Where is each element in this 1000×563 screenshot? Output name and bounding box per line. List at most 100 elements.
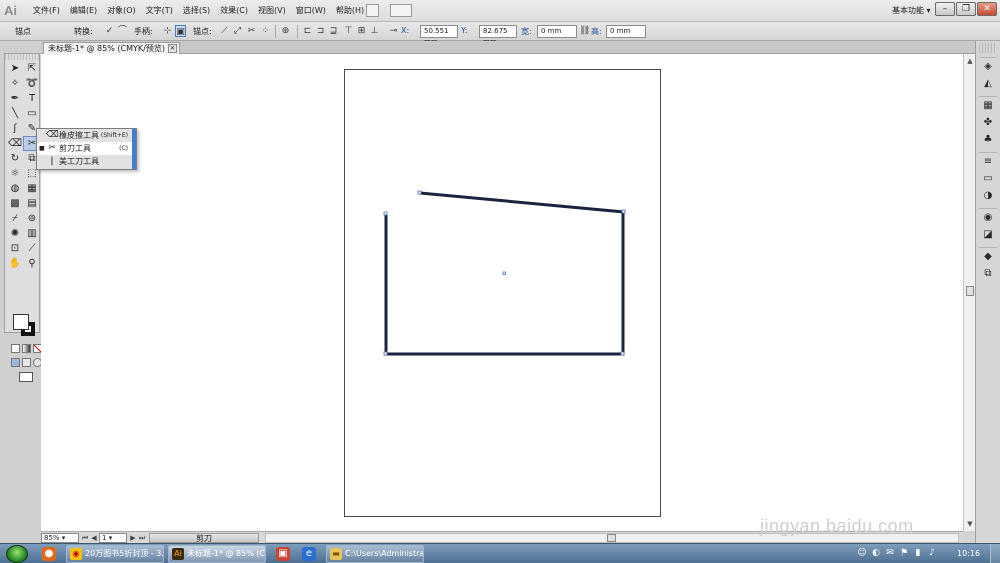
gradient-panel-icon[interactable]: ▭ (981, 172, 995, 185)
hand-tool-icon[interactable]: ✋ (7, 257, 23, 270)
lasso-tool-icon[interactable]: ➰ (24, 77, 40, 90)
ie-icon[interactable]: e (302, 547, 316, 561)
panel-grip[interactable] (979, 43, 997, 53)
selection-tool-icon[interactable]: ➤ (7, 62, 23, 75)
type-tool-icon[interactable]: T (24, 92, 40, 105)
stroke-panel-icon[interactable]: ≡ (981, 155, 995, 168)
wechat-icon[interactable]: ✉ (884, 547, 896, 559)
appearance-panel-icon[interactable]: ◉ (981, 211, 995, 224)
path-open-box[interactable] (384, 212, 625, 356)
align-middle-icon[interactable]: ⊞ (356, 25, 367, 37)
constrain-proportions-icon[interactable]: ⛓ (579, 25, 590, 37)
color-panel-icon[interactable]: ◈ (981, 60, 995, 73)
paintbrush-tool-icon[interactable]: ʃ (7, 122, 23, 135)
bridge-icon[interactable] (366, 4, 379, 17)
shape-builder-tool-icon[interactable]: ◍ (7, 182, 23, 195)
align-top-icon[interactable]: ⊤ (343, 25, 354, 37)
isolate-icon[interactable]: ⁘ (260, 25, 271, 37)
anchor-point[interactable] (620, 351, 625, 356)
document-tab[interactable]: 未标题-1* @ 85% (CMYK/预览) × (43, 42, 180, 54)
align-right-icon[interactable]: ⊒ (328, 25, 339, 37)
symbol-sprayer-tool-icon[interactable]: ✺ (7, 227, 23, 240)
panel-grip[interactable] (5, 54, 39, 60)
current-tool-status[interactable]: 剪刀 (149, 533, 259, 543)
start-button[interactable] (6, 545, 28, 563)
gradient-tool-icon[interactable]: ▤ (24, 197, 40, 210)
align-bottom-icon[interactable]: ⊥ (369, 25, 380, 37)
anchor-point[interactable] (621, 209, 626, 214)
flyout-item-scissors[interactable]: ■ ✂ 剪刀工具 (C) (37, 142, 136, 155)
eraser-tool-icon[interactable]: ⌫ (7, 137, 23, 150)
line-tool-icon[interactable]: ╲ (7, 107, 23, 120)
arrange-documents-icon[interactable] (390, 4, 412, 17)
zoom-tool-icon[interactable]: ⚲ (24, 257, 40, 270)
last-artboard-icon[interactable]: ⏭ (138, 533, 146, 543)
menu-window[interactable]: 窗口(W) (291, 0, 331, 22)
flyout-item-knife[interactable]: ǀ 美工刀工具 (37, 155, 136, 168)
layers-panel-icon[interactable]: ◆ (981, 250, 995, 263)
flag-icon[interactable]: ⚑ (898, 547, 910, 559)
pen-tool-icon[interactable]: ✒ (7, 92, 23, 105)
menu-view[interactable]: 视图(V) (253, 0, 291, 22)
cut-path-icon[interactable]: ✂ (246, 25, 257, 37)
eyedropper-tool-icon[interactable]: ⌿ (7, 212, 23, 225)
menu-object[interactable]: 对象(O) (102, 0, 141, 22)
zoom-select[interactable]: 85% ▾ (41, 533, 79, 543)
vertical-scroll-thumb[interactable] (966, 286, 974, 296)
direct-selection-tool-icon[interactable]: ⇱ (24, 62, 40, 75)
artboards-panel-icon[interactable]: ⧉ (981, 267, 995, 280)
align-options-icon[interactable]: ⊛ (280, 25, 291, 37)
horizontal-scroll-thumb[interactable] (607, 534, 616, 542)
symbols-panel-icon[interactable]: ♣ (981, 133, 995, 146)
gradient-button[interactable] (22, 344, 31, 353)
swatches-panel-icon[interactable]: ▦ (981, 99, 995, 112)
volume-icon[interactable]: ♪ (926, 547, 938, 559)
remove-anchor-icon[interactable]: ⟋ (219, 25, 230, 37)
perspective-grid-tool-icon[interactable]: ▦ (24, 182, 40, 195)
clock[interactable]: 10:16 (957, 544, 980, 563)
align-center-icon[interactable]: ⊐ (315, 25, 326, 37)
taskbar-task-illustrator[interactable]: Ai 未标题-1* @ 85% (C... (168, 545, 266, 563)
previous-artboard-icon[interactable]: ◀ (90, 533, 98, 543)
menu-file[interactable]: 文件(F) (28, 0, 65, 22)
graphic-styles-panel-icon[interactable]: ◪ (981, 228, 995, 241)
anchor-point[interactable] (417, 190, 422, 195)
column-graph-tool-icon[interactable]: ▥ (24, 227, 40, 240)
path-top-slanted[interactable] (418, 191, 626, 214)
draw-normal-icon[interactable] (11, 358, 20, 367)
color-guide-icon[interactable]: ◭ (981, 77, 995, 90)
show-handles-icon[interactable]: ⊹ (162, 25, 173, 37)
network-icon[interactable]: ◐ (870, 547, 882, 559)
menu-type[interactable]: 文字(T) (141, 0, 178, 22)
reference-point-icon[interactable]: ⊸ (388, 25, 399, 37)
restore-icon[interactable]: ❐ (956, 2, 976, 16)
close-tab-icon[interactable]: × (167, 44, 177, 53)
taskbar-task-explorer[interactable]: ▬ C:\Users\Administrat... (326, 545, 424, 563)
scroll-up-icon[interactable]: ▲ (965, 56, 975, 66)
tearoff-handle[interactable] (132, 129, 136, 169)
scroll-down-icon[interactable]: ▼ (965, 519, 975, 529)
app-icon[interactable]: ▣ (276, 547, 290, 561)
minimize-icon[interactable]: – (935, 2, 955, 16)
warp-tool-icon[interactable]: ☼ (7, 167, 23, 180)
next-artboard-icon[interactable]: ▶ (129, 533, 137, 543)
vertical-scrollbar[interactable]: ▲ ▼ (963, 54, 975, 531)
width-field[interactable]: 0 mm (537, 25, 577, 38)
anchor-point[interactable] (383, 351, 388, 356)
blend-tool-icon[interactable]: ⊚ (24, 212, 40, 225)
convert-to-corner-icon[interactable]: ✓ (104, 25, 115, 37)
show-desktop-button[interactable] (990, 544, 1000, 563)
canvas-area[interactable] (41, 54, 963, 531)
qq-icon[interactable]: ☺ (856, 547, 868, 559)
firefox-icon[interactable]: ● (42, 547, 56, 561)
transparency-panel-icon[interactable]: ◑ (981, 189, 995, 202)
menu-select[interactable]: 选择(S) (178, 0, 215, 22)
artboard-tool-icon[interactable]: ⊡ (7, 242, 23, 255)
convert-to-smooth-icon[interactable]: ⌒ (117, 25, 128, 37)
draw-behind-icon[interactable] (22, 358, 31, 367)
fill-swatch[interactable] (13, 314, 29, 330)
screen-mode-icon[interactable] (19, 372, 33, 382)
anchor-point[interactable] (383, 211, 388, 216)
connect-anchors-icon[interactable]: ⤢ (232, 25, 243, 37)
hide-handles-icon[interactable]: ▣ (175, 25, 186, 37)
